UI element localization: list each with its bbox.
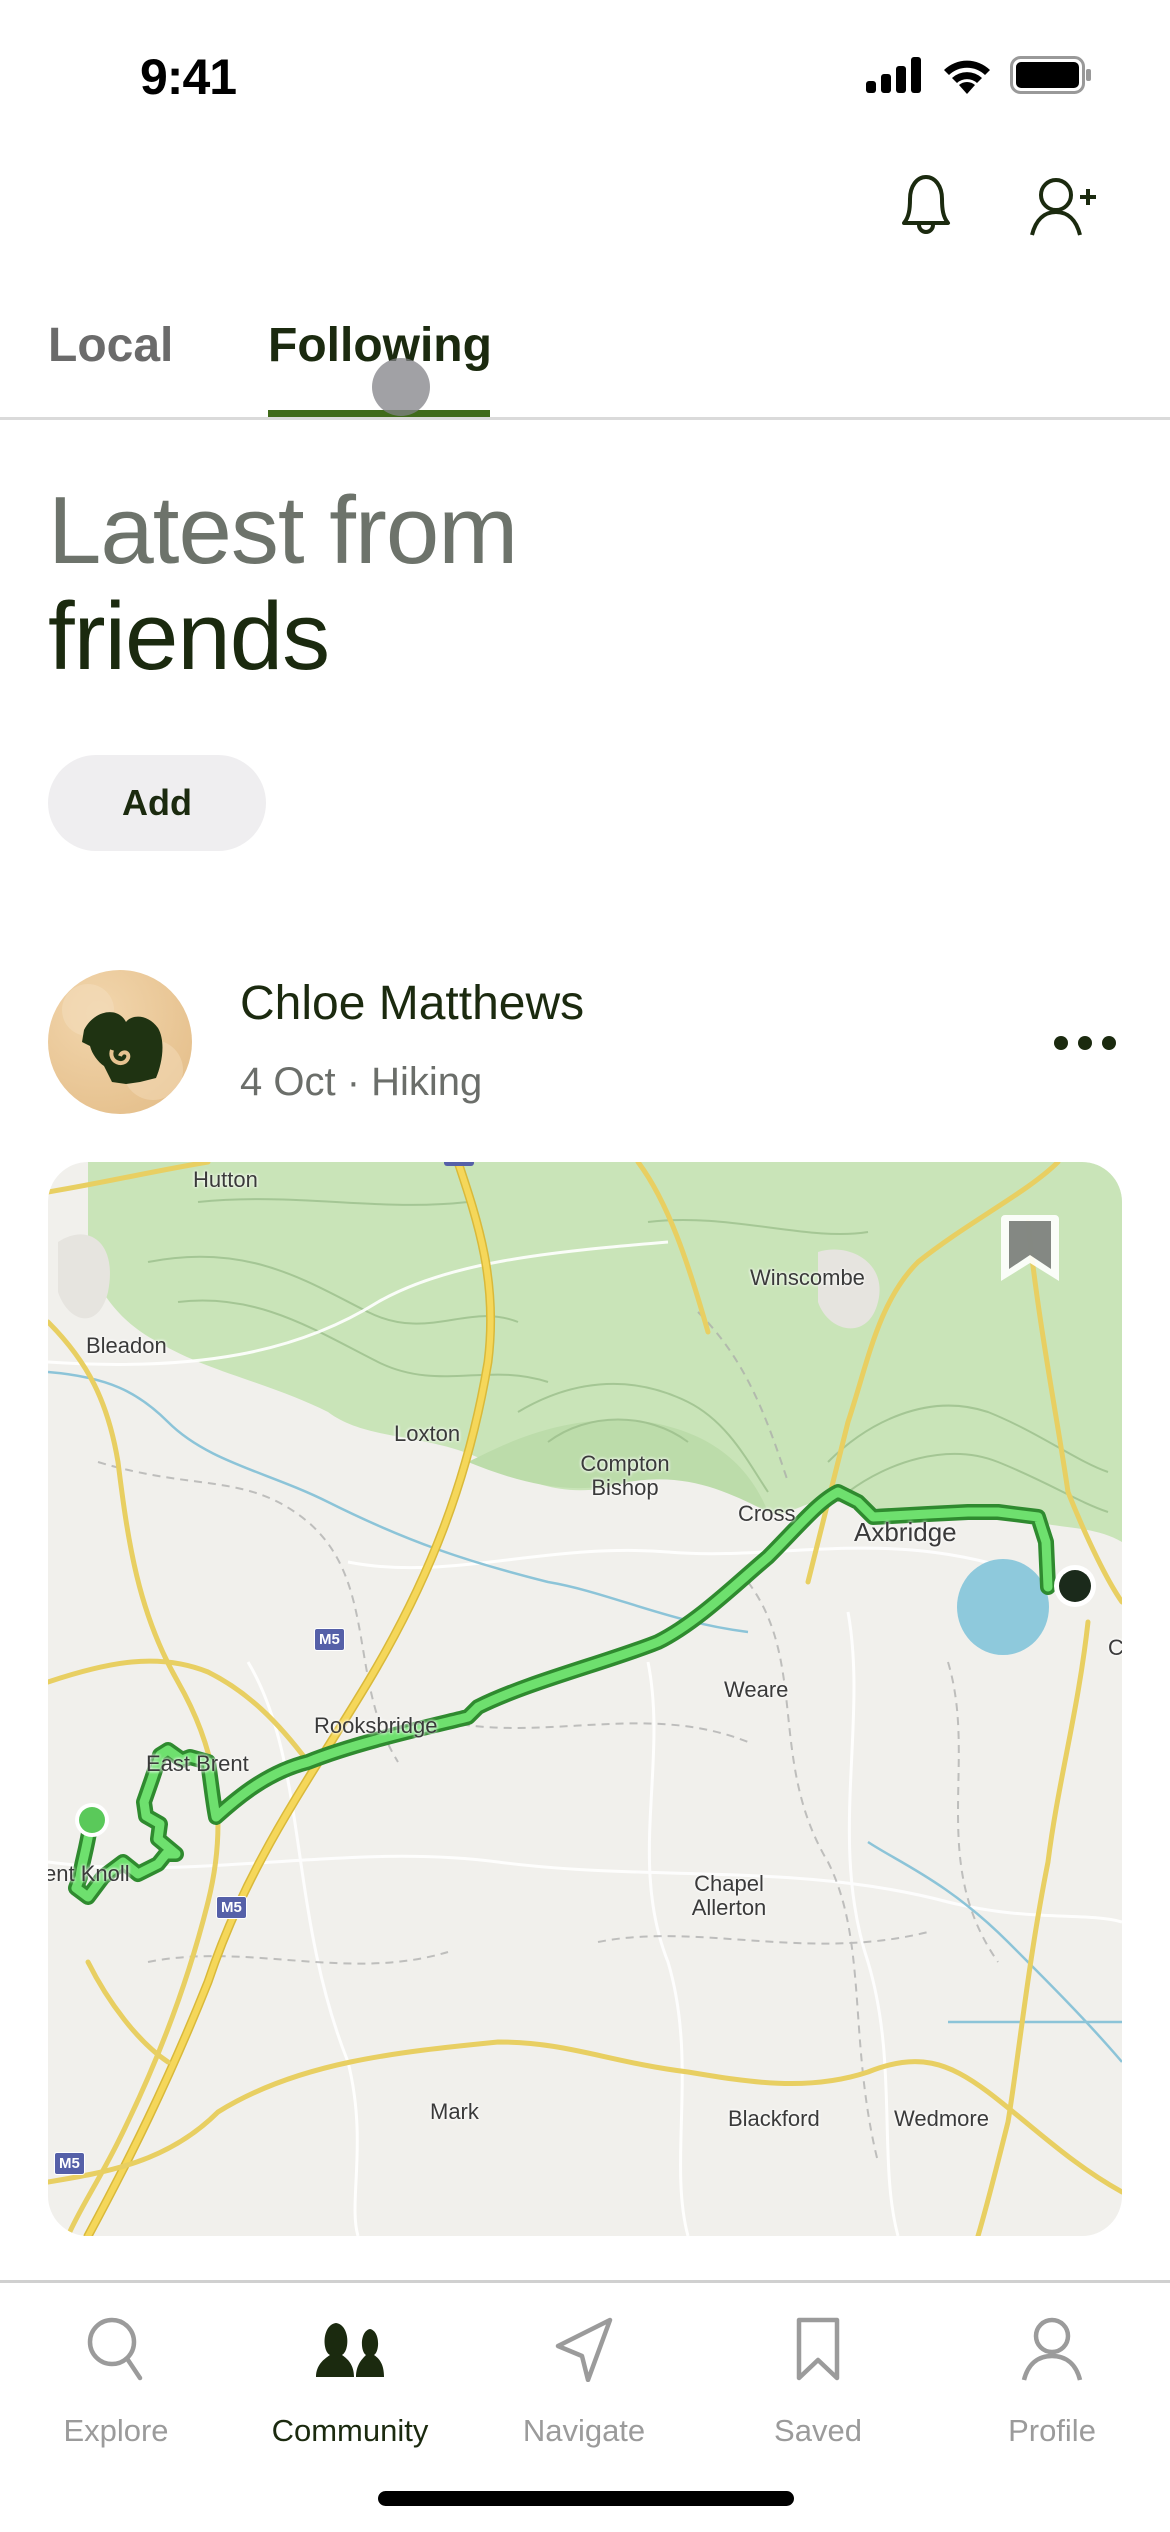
map-label: Winscombe [750,1265,865,1290]
page-title-line1: Latest from [48,477,518,584]
author-name[interactable]: Chloe Matthews [240,976,584,1031]
map-base [48,1162,1122,2236]
map-label: Weare [724,1677,789,1702]
status-icons [866,56,1092,94]
cellular-signal-icon [866,57,921,93]
status-time: 9:41 [140,49,237,105]
feed-tabs: Local Following [0,310,1170,420]
map-label: Compton Bishop [580,1451,670,1500]
tab-local[interactable]: Local [48,318,173,373]
avatar[interactable] [48,970,192,1114]
page-title: Latest from friends [48,477,518,690]
map-label: East Brent [146,1751,249,1776]
route-map[interactable]: Hutton Winscombe Bleadon Loxton Compton … [48,1162,1122,2236]
map-label: Mark [430,2099,479,2124]
nav-explore[interactable]: Explore [16,2309,216,2449]
dot [1078,1036,1092,1050]
nav-community[interactable]: Community [250,2309,450,2449]
map-label: Brent Knoll [48,1861,130,1886]
map-label: Bleadon [86,1333,167,1358]
navigate-arrow-icon [555,2317,613,2382]
home-indicator[interactable] [378,2491,794,2506]
nav-profile[interactable]: Profile [952,2309,1152,2449]
nav-label: Navigate [522,2413,646,2448]
post-meta: 4 Oct · Hiking [240,1060,483,1104]
road-shield: M5 [314,1628,345,1651]
bookmark-icon [1001,1215,1059,1281]
map-label: Cross [738,1501,796,1526]
map-label: Loxton [394,1421,461,1446]
map-label: Hutton [193,1167,258,1192]
add-friends-button[interactable]: Add [48,755,266,851]
map-label: Wedmore [894,2106,989,2131]
touch-indicator [372,358,430,416]
bell-icon [902,175,950,234]
dot [1054,1036,1068,1050]
map-label: Rooksbridge [314,1713,438,1738]
tab-following[interactable]: Following [268,318,492,373]
avatar-image [62,984,183,1100]
nav-saved[interactable]: Saved [718,2309,918,2449]
nav-label: Explore [63,2413,169,2448]
active-tab-indicator [268,410,490,417]
map-label: Axbridge [854,1517,957,1547]
add-friend-button[interactable] [1028,170,1100,242]
nav-label: Profile [1008,2413,1096,2448]
community-icon [316,2323,384,2377]
page-title-line2: friends [48,583,330,690]
add-person-icon [1030,178,1096,236]
map-label: Chapel Allerton [691,1871,767,1920]
nav-navigate[interactable]: Navigate [484,2309,684,2449]
map-label: Blackford [728,2106,820,2131]
save-route-button[interactable] [999,1211,1061,1285]
bookmark-icon [796,2317,840,2381]
search-icon [87,2317,143,2381]
notifications-button[interactable] [890,170,962,242]
profile-icon [1021,2317,1083,2381]
battery-icon [1010,56,1091,94]
header-actions [890,170,1100,242]
nav-label: Saved [774,2413,862,2448]
dot [1102,1036,1116,1050]
road-shield: M5 [216,1896,247,1919]
wifi-icon [944,60,990,94]
map-label: C [1108,1635,1122,1660]
more-options-button[interactable] [1048,1030,1122,1056]
status-bar: 9:41 [0,0,1170,150]
road-shield: M5 [54,2152,85,2175]
nav-label: Community [271,2413,429,2448]
